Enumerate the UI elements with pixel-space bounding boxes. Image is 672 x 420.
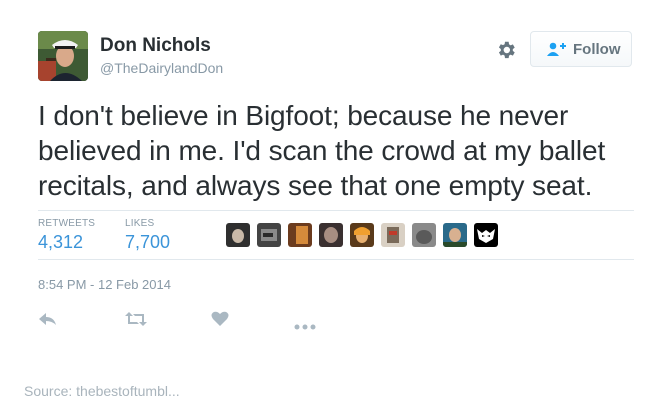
tweet-card: Don Nichols @TheDairylandDon Follow I do… — [0, 0, 672, 370]
tweet-text-line: believed in me. I'd scan the crowd at my… — [38, 135, 606, 166]
tweet-text-line: I don't believe in Bigfoot; because he n… — [38, 100, 569, 131]
retweet-icon[interactable] — [125, 311, 147, 332]
divider — [38, 210, 634, 211]
tweet-text-line: recitals, and always see that one empty … — [38, 170, 593, 201]
user-handle[interactable]: @TheDairylandDon — [100, 60, 223, 76]
heart-icon[interactable] — [211, 311, 229, 332]
liker-avatar[interactable] — [288, 223, 312, 247]
gear-icon[interactable] — [495, 39, 517, 61]
liker-avatar[interactable] — [412, 223, 436, 247]
liker-avatar[interactable] — [381, 223, 405, 247]
follow-label: Follow — [573, 41, 621, 58]
follow-button[interactable]: Follow — [530, 31, 632, 67]
more-icon[interactable] — [294, 317, 316, 335]
likes-count[interactable]: 7,700 — [125, 232, 170, 253]
display-name[interactable]: Don Nichols — [100, 35, 211, 57]
tweet-text: I don't believe in Bigfoot; because he n… — [38, 98, 638, 203]
retweets-label: RETWEETS — [38, 218, 96, 229]
retweets-count[interactable]: 4,312 — [38, 232, 83, 253]
liker-avatar[interactable] — [257, 223, 281, 247]
tweet-timestamp[interactable]: 8:54 PM - 12 Feb 2014 — [38, 277, 171, 292]
user-avatar[interactable] — [38, 31, 88, 81]
source-caption: Source: thebestoftumbl... — [24, 383, 180, 399]
liker-avatar[interactable] — [443, 223, 467, 247]
liker-avatar[interactable] — [226, 223, 250, 247]
liker-avatar[interactable] — [319, 223, 343, 247]
likes-label: LIKES — [125, 218, 155, 229]
avatar-image — [38, 31, 88, 81]
liker-avatar[interactable] — [350, 223, 374, 247]
reply-icon[interactable] — [38, 311, 58, 332]
add-person-icon — [547, 42, 567, 56]
liker-avatar[interactable] — [474, 223, 498, 247]
divider — [38, 259, 634, 260]
